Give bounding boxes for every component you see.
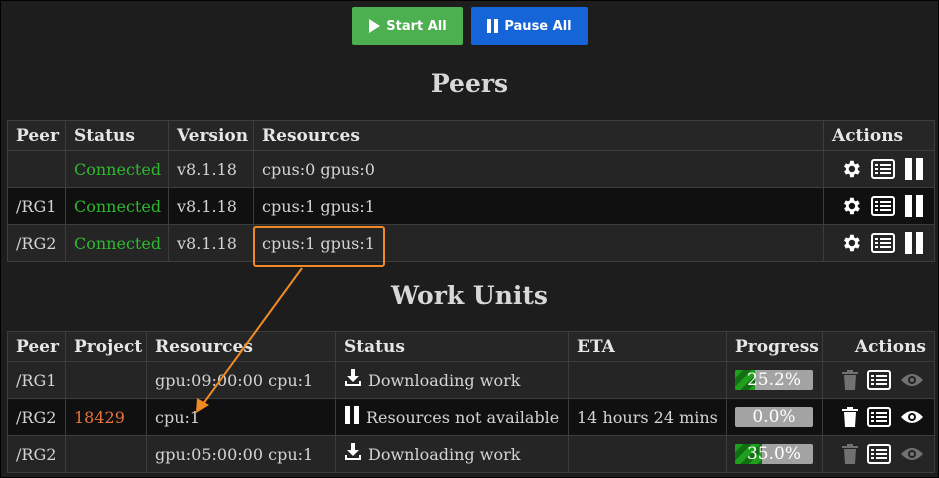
wu-eta bbox=[568, 435, 727, 473]
col-header-eta: ETA bbox=[568, 331, 727, 362]
pause-icon bbox=[487, 19, 499, 33]
work-unit-row: /RG2 18429 cpu:1 Resources not available… bbox=[7, 398, 935, 436]
start-all-label: Start All bbox=[386, 18, 447, 34]
log-list-icon[interactable] bbox=[871, 159, 895, 179]
wu-resources: cpu:1 bbox=[146, 398, 336, 436]
work-unit-row: /RG1 gpu:09:00:00 cpu:1 Downloading work… bbox=[7, 361, 935, 399]
peer-name: /RG2 bbox=[7, 224, 66, 262]
pause-icon[interactable] bbox=[904, 232, 924, 254]
settings-gear-icon[interactable] bbox=[840, 232, 862, 254]
pause-icon[interactable] bbox=[904, 158, 924, 180]
wu-status: Resources not available bbox=[366, 407, 560, 427]
wu-resources: gpu:09:00:00 cpu:1 bbox=[146, 361, 336, 399]
progress-bar: 25.2% bbox=[735, 370, 813, 390]
peer-version: v8.1.18 bbox=[168, 224, 254, 262]
peer-resources: cpus:0 gpus:0 bbox=[253, 150, 824, 188]
settings-gear-icon[interactable] bbox=[840, 158, 862, 180]
col-header-actions: Actions bbox=[823, 120, 935, 151]
settings-gear-icon[interactable] bbox=[840, 195, 862, 217]
peer-name: /RG1 bbox=[7, 187, 66, 225]
peer-version: v8.1.18 bbox=[168, 187, 254, 225]
download-icon bbox=[344, 369, 362, 391]
eye-icon[interactable] bbox=[900, 446, 924, 462]
progress-bar: 35.0% bbox=[735, 444, 813, 464]
progress-bar: 0.0% bbox=[735, 407, 813, 427]
work-unit-row: /RG2 gpu:05:00:00 cpu:1 Downloading work… bbox=[7, 435, 935, 473]
work-units-heading: Work Units bbox=[390, 281, 548, 310]
wu-project[interactable]: 18429 bbox=[65, 398, 147, 436]
col-header-actions: Actions bbox=[822, 331, 935, 362]
wu-resources: gpu:05:00:00 cpu:1 bbox=[146, 435, 336, 473]
pause-all-button[interactable]: Pause All bbox=[471, 7, 588, 45]
download-icon bbox=[344, 443, 362, 465]
progress-text: 35.0% bbox=[746, 444, 801, 464]
wu-project[interactable] bbox=[65, 361, 147, 399]
wu-project[interactable] bbox=[65, 435, 147, 473]
log-list-icon[interactable] bbox=[871, 233, 895, 253]
work-units-table: Peer Project Resources Status ETA Progre… bbox=[7, 331, 935, 473]
eye-icon[interactable] bbox=[900, 372, 924, 388]
progress-text: 25.2% bbox=[746, 370, 801, 390]
wu-status: Downloading work bbox=[368, 444, 521, 464]
col-header-resources: Resources bbox=[253, 120, 824, 151]
log-list-icon[interactable] bbox=[867, 444, 891, 464]
wu-status: Downloading work bbox=[368, 370, 521, 390]
peer-status: Connected bbox=[65, 187, 169, 225]
log-list-icon[interactable] bbox=[867, 407, 891, 427]
peer-row: /RG2 Connected v8.1.18 cpus:1 gpus:1 bbox=[7, 224, 935, 262]
work-units-header-row: Peer Project Resources Status ETA Progre… bbox=[7, 331, 935, 362]
start-all-button[interactable]: Start All bbox=[352, 7, 463, 45]
peer-resources: cpus:1 gpus:1 bbox=[253, 224, 824, 262]
log-list-icon[interactable] bbox=[867, 370, 891, 390]
peers-heading: Peers bbox=[430, 69, 509, 98]
col-header-peer: Peer bbox=[7, 120, 66, 151]
eye-icon[interactable] bbox=[900, 409, 924, 425]
pause-icon bbox=[344, 406, 360, 428]
col-header-status: Status bbox=[335, 331, 569, 362]
peer-name bbox=[7, 150, 66, 188]
col-header-progress: Progress bbox=[726, 331, 823, 362]
trash-icon[interactable] bbox=[842, 407, 858, 427]
trash-icon[interactable] bbox=[842, 370, 858, 390]
col-header-status: Status bbox=[65, 120, 169, 151]
peers-table: Peer Status Version Resources Actions Co… bbox=[7, 120, 935, 262]
col-header-version: Version bbox=[168, 120, 254, 151]
peer-row: /RG1 Connected v8.1.18 cpus:1 gpus:1 bbox=[7, 187, 935, 225]
wu-peer: /RG2 bbox=[7, 435, 66, 473]
wu-eta: 14 hours 24 mins bbox=[568, 398, 727, 436]
play-icon bbox=[368, 19, 381, 33]
wu-peer: /RG2 bbox=[7, 398, 66, 436]
trash-icon[interactable] bbox=[842, 444, 858, 464]
peer-status: Connected bbox=[65, 224, 169, 262]
peers-header-row: Peer Status Version Resources Actions bbox=[7, 120, 935, 151]
col-header-project: Project bbox=[65, 331, 147, 362]
peer-status: Connected bbox=[65, 150, 169, 188]
wu-eta bbox=[568, 361, 727, 399]
col-header-peer: Peer bbox=[7, 331, 66, 362]
pause-all-label: Pause All bbox=[504, 18, 572, 34]
peer-resources: cpus:1 gpus:1 bbox=[253, 187, 824, 225]
log-list-icon[interactable] bbox=[871, 196, 895, 216]
peer-version: v8.1.18 bbox=[168, 150, 254, 188]
progress-text: 0.0% bbox=[752, 407, 796, 427]
peer-row: Connected v8.1.18 cpus:0 gpus:0 bbox=[7, 150, 935, 188]
wu-peer: /RG1 bbox=[7, 361, 66, 399]
col-header-resources: Resources bbox=[146, 331, 336, 362]
pause-icon[interactable] bbox=[904, 195, 924, 217]
